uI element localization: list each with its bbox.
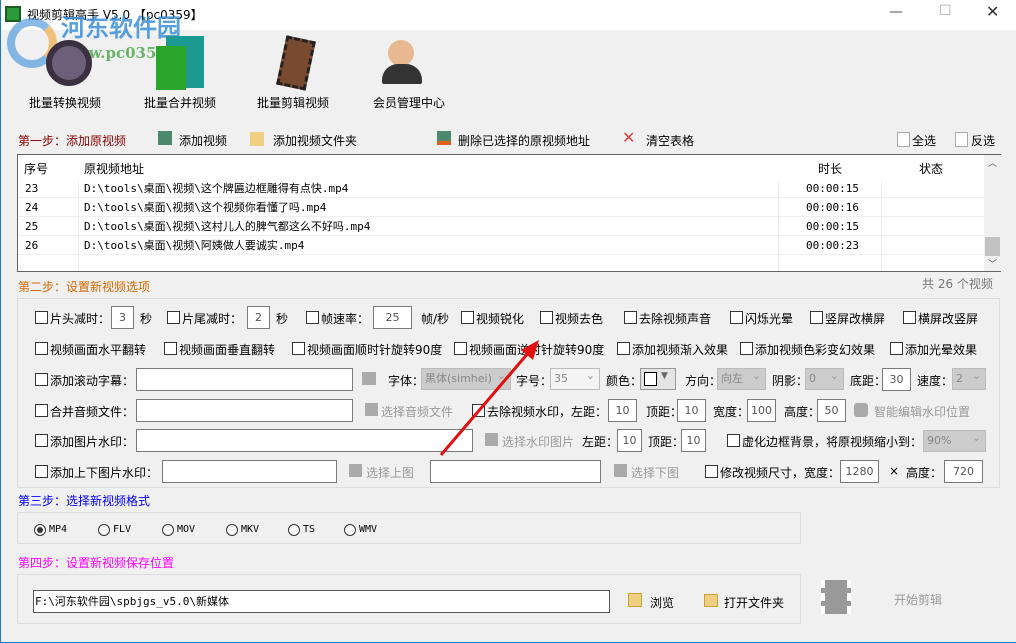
start-edit-button[interactable]: 开始剪辑: [821, 580, 951, 614]
format-panel: [17, 512, 801, 544]
radio-icon: [162, 524, 174, 536]
format-label: MKV: [241, 524, 259, 535]
format-label: MP4: [49, 524, 67, 535]
step3-label: 第三步：选择新视频格式: [18, 492, 150, 509]
radio-icon: [226, 524, 238, 536]
radio-icon: [98, 524, 110, 536]
red-arrow-annotation: [1, 0, 1016, 643]
browse-label: 浏览: [650, 594, 674, 611]
save-path-input[interactable]: F:\河东软件园\spbjgs_v5.0\新媒体: [33, 590, 610, 613]
radio-icon: [344, 524, 356, 536]
format-label: TS: [303, 524, 315, 535]
format-label: WMV: [359, 524, 377, 535]
folder-icon: [704, 594, 718, 607]
format-label: FLV: [113, 524, 131, 535]
radio-icon: [288, 524, 300, 536]
radio-selected-icon: [34, 524, 46, 536]
step4-label: 第四步：设置新视频保存位置: [18, 554, 174, 571]
open-folder-label: 打开文件夹: [724, 594, 784, 611]
folder-search-icon: [628, 593, 642, 607]
start-edit-label: 开始剪辑: [894, 591, 942, 608]
film-scissors-icon: [821, 580, 851, 614]
format-label: MOV: [177, 524, 195, 535]
